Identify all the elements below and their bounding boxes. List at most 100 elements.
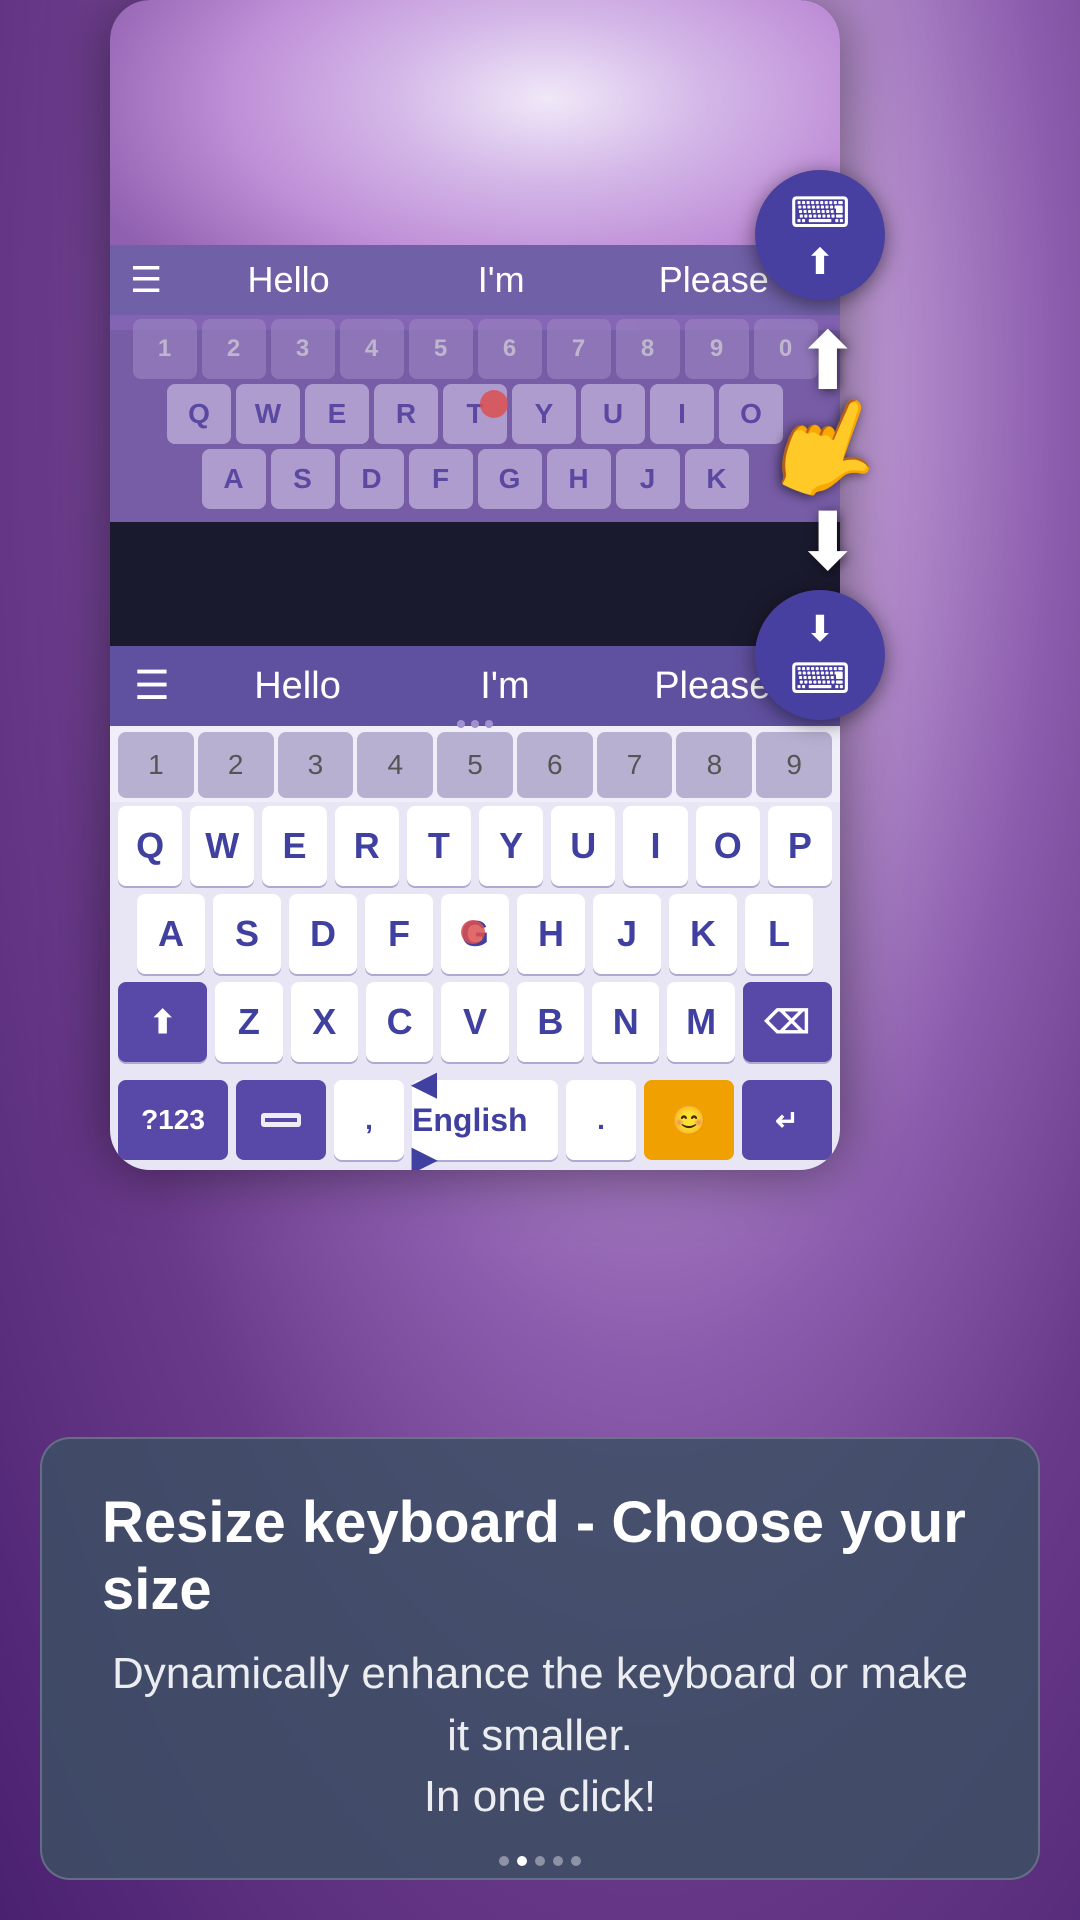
- key-j[interactable]: J: [593, 894, 661, 974]
- key-x[interactable]: X: [291, 982, 358, 1062]
- suggestions-bar: ☰ Hello I'm Please: [110, 646, 840, 726]
- enter-key[interactable]: ↵: [742, 1080, 832, 1160]
- small-key-w[interactable]: W: [236, 384, 300, 444]
- bottom-row: ?123 , ◀ English ▶ . 😊 ↵: [110, 1076, 840, 1170]
- key-t[interactable]: T: [407, 806, 471, 886]
- small-num-2[interactable]: 2: [202, 319, 266, 379]
- small-key-a[interactable]: A: [202, 449, 266, 509]
- small-key-q[interactable]: Q: [167, 384, 231, 444]
- key-v[interactable]: V: [441, 982, 508, 1062]
- suggestion-hello[interactable]: Hello: [194, 665, 401, 708]
- shift-key[interactable]: ⬆: [118, 982, 207, 1062]
- key-f[interactable]: F: [365, 894, 433, 974]
- key-p[interactable]: P: [768, 806, 832, 886]
- emoji-key[interactable]: 😊: [644, 1080, 734, 1160]
- dot-inactive-3: [553, 1856, 563, 1866]
- key-z[interactable]: Z: [215, 982, 282, 1062]
- suggestions-wrapper: ☰ Hello I'm Please: [110, 646, 840, 726]
- small-num-1[interactable]: 1: [133, 319, 197, 379]
- key-l[interactable]: L: [745, 894, 813, 974]
- num-9[interactable]: 9: [756, 732, 832, 798]
- key-b[interactable]: B: [517, 982, 584, 1062]
- period-key[interactable]: .: [566, 1080, 636, 1160]
- key-s[interactable]: S: [213, 894, 281, 974]
- num-3[interactable]: 3: [278, 732, 354, 798]
- letter-rows: Q W E R T Y U I O P A S D F G: [110, 802, 840, 1076]
- space-key[interactable]: ◀ English ▶: [412, 1080, 558, 1160]
- small-menu-icon[interactable]: ☰: [130, 262, 162, 298]
- key-e[interactable]: E: [262, 806, 326, 886]
- key-d[interactable]: D: [289, 894, 357, 974]
- small-num-5[interactable]: 5: [409, 319, 473, 379]
- dot-active: [517, 1856, 527, 1866]
- small-key-d[interactable]: D: [340, 449, 404, 509]
- small-suggestion-hello[interactable]: Hello: [182, 259, 395, 301]
- resize-down-button[interactable]: ⬇ ⌨: [755, 590, 885, 720]
- key-h[interactable]: H: [517, 894, 585, 974]
- key-u[interactable]: U: [551, 806, 615, 886]
- small-num-3[interactable]: 3: [271, 319, 335, 379]
- small-key-s[interactable]: S: [271, 449, 335, 509]
- comma-key[interactable]: ,: [334, 1080, 404, 1160]
- num-2[interactable]: 2: [198, 732, 274, 798]
- small-row-qwerty: Q W E R T Y U I O: [116, 384, 834, 444]
- small-key-e[interactable]: E: [305, 384, 369, 444]
- num-6[interactable]: 6: [517, 732, 593, 798]
- arrow-up-icon: ⬆: [805, 241, 835, 283]
- num-8[interactable]: 8: [676, 732, 752, 798]
- key-w[interactable]: W: [190, 806, 254, 886]
- menu-icon[interactable]: ☰: [134, 666, 170, 706]
- key-a[interactable]: A: [137, 894, 205, 974]
- key-c[interactable]: C: [366, 982, 433, 1062]
- info-subtitle: Dynamically enhance the keyboard or make…: [102, 1643, 978, 1828]
- key-g[interactable]: G: [441, 894, 509, 974]
- dot-inactive-1: [499, 1856, 509, 1866]
- num-7[interactable]: 7: [597, 732, 673, 798]
- small-key-u[interactable]: U: [581, 384, 645, 444]
- key-k[interactable]: K: [669, 894, 737, 974]
- key-r[interactable]: R: [335, 806, 399, 886]
- small-key-g[interactable]: G: [478, 449, 542, 509]
- small-suggestions-bar: ☰ Hello I'm Please: [110, 245, 840, 315]
- key-y[interactable]: Y: [479, 806, 543, 886]
- small-number-row: 1 2 3 4 5 6 7 8 9 0: [116, 319, 834, 379]
- dot-2: [471, 720, 479, 728]
- dot-inactive-4: [571, 1856, 581, 1866]
- language-icon: [261, 1105, 301, 1135]
- key-i[interactable]: I: [623, 806, 687, 886]
- small-key-r[interactable]: R: [374, 384, 438, 444]
- touch-indicator-small: [480, 390, 508, 418]
- dot-1: [457, 720, 465, 728]
- num-switch-key[interactable]: ?123: [118, 1080, 228, 1160]
- small-key-k[interactable]: K: [685, 449, 749, 509]
- small-num-6[interactable]: 6: [478, 319, 542, 379]
- keyboard-down-icon: ⌨: [790, 654, 851, 703]
- info-box: Resize keyboard - Choose your size Dynam…: [40, 1437, 1040, 1880]
- small-key-i[interactable]: I: [650, 384, 714, 444]
- num-1[interactable]: 1: [118, 732, 194, 798]
- row-asdf: A S D F G H J K L: [118, 894, 832, 974]
- num-4[interactable]: 4: [357, 732, 433, 798]
- suggestion-im[interactable]: I'm: [401, 665, 608, 708]
- key-n[interactable]: N: [592, 982, 659, 1062]
- key-m[interactable]: M: [667, 982, 734, 1062]
- resize-up-button[interactable]: ⌨ ⬆: [755, 170, 885, 300]
- key-q[interactable]: Q: [118, 806, 182, 886]
- small-suggestion-im[interactable]: I'm: [395, 259, 608, 301]
- language-switch-key[interactable]: [236, 1080, 326, 1160]
- resize-indicator: ⬆ 👆 ⬇: [765, 315, 890, 588]
- backspace-key[interactable]: ⌫: [743, 982, 832, 1062]
- row-zxcv: ⬆ Z X C V B N M ⌫: [118, 982, 832, 1062]
- small-keyboard-overlay: ☰ Hello I'm Please 1 2 3 4 5 6 7 8 9 0: [110, 245, 840, 522]
- key-o[interactable]: O: [696, 806, 760, 886]
- small-num-7[interactable]: 7: [547, 319, 611, 379]
- small-key-h[interactable]: H: [547, 449, 611, 509]
- small-num-9[interactable]: 9: [685, 319, 749, 379]
- num-5[interactable]: 5: [437, 732, 513, 798]
- small-key-j[interactable]: J: [616, 449, 680, 509]
- small-key-y[interactable]: Y: [512, 384, 576, 444]
- small-num-8[interactable]: 8: [616, 319, 680, 379]
- small-num-4[interactable]: 4: [340, 319, 404, 379]
- small-key-f[interactable]: F: [409, 449, 473, 509]
- info-subtitle-text: Dynamically enhance the keyboard or make…: [112, 1649, 968, 1821]
